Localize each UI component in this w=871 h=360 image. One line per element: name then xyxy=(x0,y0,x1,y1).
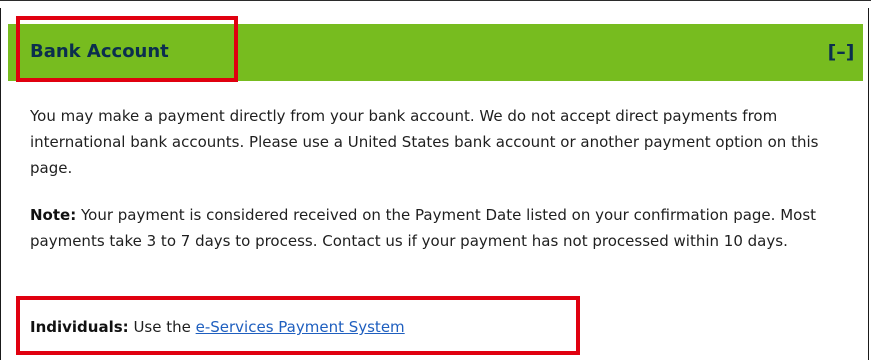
individuals-line: Individuals: Use the e-Services Payment … xyxy=(30,314,405,340)
individuals-label: Individuals: xyxy=(30,318,129,336)
page-frame: Bank Account [–] You may make a payment … xyxy=(0,0,871,360)
collapse-toggle-button[interactable]: [–] xyxy=(827,39,855,65)
note-text: Your payment is considered received on t… xyxy=(30,206,817,250)
section-content: You may make a payment directly from you… xyxy=(30,103,850,254)
note-paragraph: Note: Your payment is considered receive… xyxy=(30,202,850,254)
top-divider xyxy=(0,0,871,8)
note-label: Note: xyxy=(30,206,77,224)
eservices-payment-link[interactable]: e-Services Payment System xyxy=(196,318,405,336)
intro-paragraph: You may make a payment directly from you… xyxy=(30,107,819,177)
section-title[interactable]: Bank Account xyxy=(30,41,169,63)
individuals-text: Use the xyxy=(128,318,196,336)
